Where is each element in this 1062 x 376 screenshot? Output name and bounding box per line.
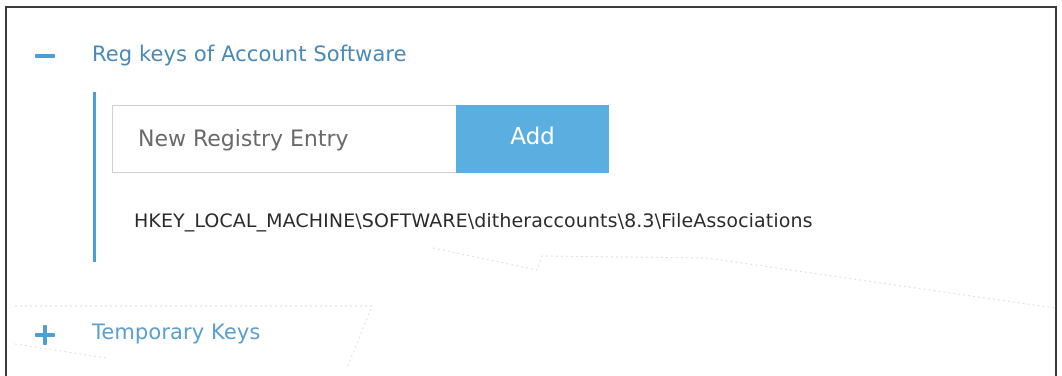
new-registry-entry-input[interactable] xyxy=(112,105,456,173)
plus-icon[interactable] xyxy=(35,324,57,346)
section-title[interactable]: Reg keys of Account Software xyxy=(92,42,407,66)
section-title[interactable]: Temporary Keys xyxy=(92,320,260,344)
registry-panel: Reg keys of Account Software Add HKEY_LO… xyxy=(5,6,1057,376)
section-content-account-software: Add HKEY_LOCAL_MACHINE\SOFTWARE\ditherac… xyxy=(93,92,996,262)
add-button[interactable]: Add xyxy=(456,105,609,173)
section-header-temporary-keys[interactable]: Temporary Keys xyxy=(7,320,407,348)
section-header-account-software[interactable]: Reg keys of Account Software xyxy=(7,42,507,70)
minus-icon[interactable] xyxy=(35,45,57,67)
registry-key-item: HKEY_LOCAL_MACHINE\SOFTWARE\ditheraccoun… xyxy=(134,210,813,232)
registry-entry-form: Add xyxy=(112,105,609,173)
